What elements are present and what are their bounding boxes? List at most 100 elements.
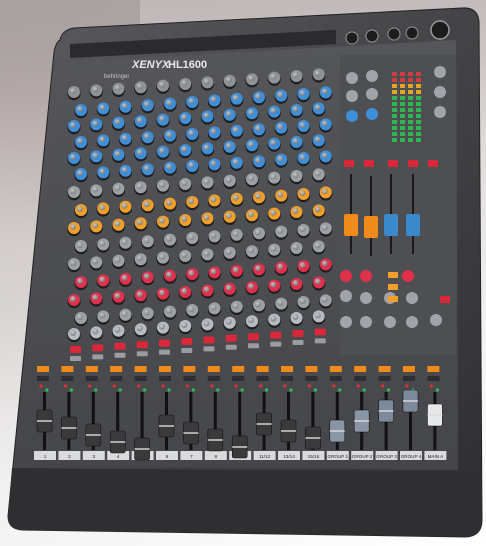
master-knob[interactable] — [434, 66, 446, 78]
aux-fader[interactable] — [384, 214, 398, 236]
assign-button[interactable] — [85, 366, 98, 372]
master-button[interactable] — [440, 296, 450, 303]
meter-led — [400, 96, 405, 100]
solo-button[interactable] — [270, 341, 282, 347]
clip-led — [381, 384, 385, 388]
assign-button[interactable] — [281, 366, 293, 372]
master-button[interactable] — [344, 160, 354, 167]
strip-label: 11/12 — [259, 454, 271, 459]
meter-led — [408, 72, 413, 76]
master-knob[interactable] — [346, 72, 358, 84]
solo-button[interactable] — [203, 346, 215, 352]
master-knob[interactable] — [360, 316, 372, 328]
assign-button[interactable] — [159, 366, 171, 372]
assign-button[interactable] — [427, 366, 440, 372]
master-knob[interactable] — [360, 270, 372, 282]
mute-button[interactable] — [136, 341, 148, 349]
solo-button[interactable] — [314, 338, 326, 344]
mute-button[interactable] — [225, 334, 237, 342]
signal-led — [313, 388, 317, 392]
clip-led — [63, 384, 67, 388]
solo-button[interactable] — [70, 356, 81, 361]
aux-fader[interactable] — [364, 216, 378, 238]
xlr-jack[interactable] — [430, 20, 450, 40]
master-knob[interactable] — [366, 88, 378, 100]
signal-led — [191, 388, 195, 392]
master-knob[interactable] — [366, 70, 378, 82]
jack[interactable] — [405, 26, 419, 40]
master-knob[interactable] — [346, 90, 358, 102]
clip-led — [307, 384, 311, 388]
mute-button[interactable] — [270, 331, 282, 339]
mute-button[interactable] — [203, 336, 215, 344]
master-knob[interactable] — [406, 292, 418, 304]
master-knob[interactable] — [402, 270, 414, 282]
mute-button[interactable] — [92, 344, 104, 352]
jack[interactable] — [387, 27, 401, 41]
solo-button[interactable] — [114, 352, 126, 358]
meter-led — [416, 138, 421, 142]
routing-button[interactable] — [388, 296, 398, 302]
solo-button[interactable] — [92, 354, 104, 360]
master-knob[interactable] — [340, 316, 352, 328]
assign-button[interactable] — [329, 366, 342, 372]
solo-button[interactable] — [136, 351, 148, 357]
assign-button[interactable] — [183, 366, 196, 372]
assign-button[interactable] — [134, 366, 147, 372]
master-button[interactable] — [428, 160, 438, 167]
meter-led — [400, 90, 405, 94]
assign-button[interactable] — [37, 366, 49, 372]
aux-fader[interactable] — [406, 214, 420, 236]
aux-fader[interactable] — [344, 214, 358, 236]
solo-button[interactable] — [292, 340, 304, 345]
master-knob[interactable] — [346, 110, 358, 122]
solo-button[interactable] — [181, 348, 193, 353]
mute-button[interactable] — [114, 342, 126, 350]
jack[interactable] — [365, 29, 379, 43]
master-button[interactable] — [408, 160, 418, 167]
assign-button[interactable] — [110, 366, 123, 372]
routing-button[interactable] — [388, 272, 398, 278]
assign-button[interactable] — [403, 366, 415, 372]
meter-led — [408, 126, 413, 130]
mute-button[interactable] — [159, 339, 170, 347]
master-knob[interactable] — [340, 270, 352, 282]
master-knob[interactable] — [340, 290, 352, 302]
meter-led — [408, 102, 413, 106]
mute-button[interactable] — [314, 328, 326, 336]
signal-led — [387, 388, 391, 392]
signal-led — [69, 388, 73, 392]
assign-button[interactable] — [61, 366, 74, 372]
master-button[interactable] — [364, 160, 374, 167]
mute-button[interactable] — [181, 338, 193, 345]
mute-button[interactable] — [292, 330, 304, 337]
master-knob[interactable] — [406, 316, 418, 328]
assign-button[interactable] — [256, 366, 269, 372]
meter-led — [416, 84, 421, 88]
routing-button[interactable] — [388, 284, 398, 290]
mute-button[interactable] — [70, 346, 81, 353]
master-knob[interactable] — [434, 106, 446, 118]
clip-led — [429, 384, 433, 388]
master-knob[interactable] — [384, 316, 396, 328]
meter-led — [408, 90, 413, 94]
master-knob[interactable] — [430, 314, 442, 326]
mute-button[interactable] — [248, 333, 259, 341]
assign-button[interactable] — [207, 366, 220, 372]
master-button[interactable] — [388, 160, 398, 167]
assign-button[interactable] — [232, 366, 245, 372]
assign-button[interactable] — [354, 366, 367, 372]
assign-button[interactable] — [378, 366, 391, 372]
clip-led — [39, 384, 43, 388]
clip-led — [283, 384, 287, 388]
master-knob[interactable] — [434, 86, 446, 98]
meter-led — [416, 126, 421, 130]
master-knob[interactable] — [366, 108, 378, 120]
jack[interactable] — [345, 31, 359, 45]
solo-button[interactable] — [248, 343, 259, 349]
solo-button[interactable] — [159, 349, 170, 355]
assign-button[interactable] — [305, 366, 318, 372]
solo-button[interactable] — [225, 344, 237, 350]
meter-led — [400, 138, 405, 142]
master-knob[interactable] — [360, 292, 372, 304]
